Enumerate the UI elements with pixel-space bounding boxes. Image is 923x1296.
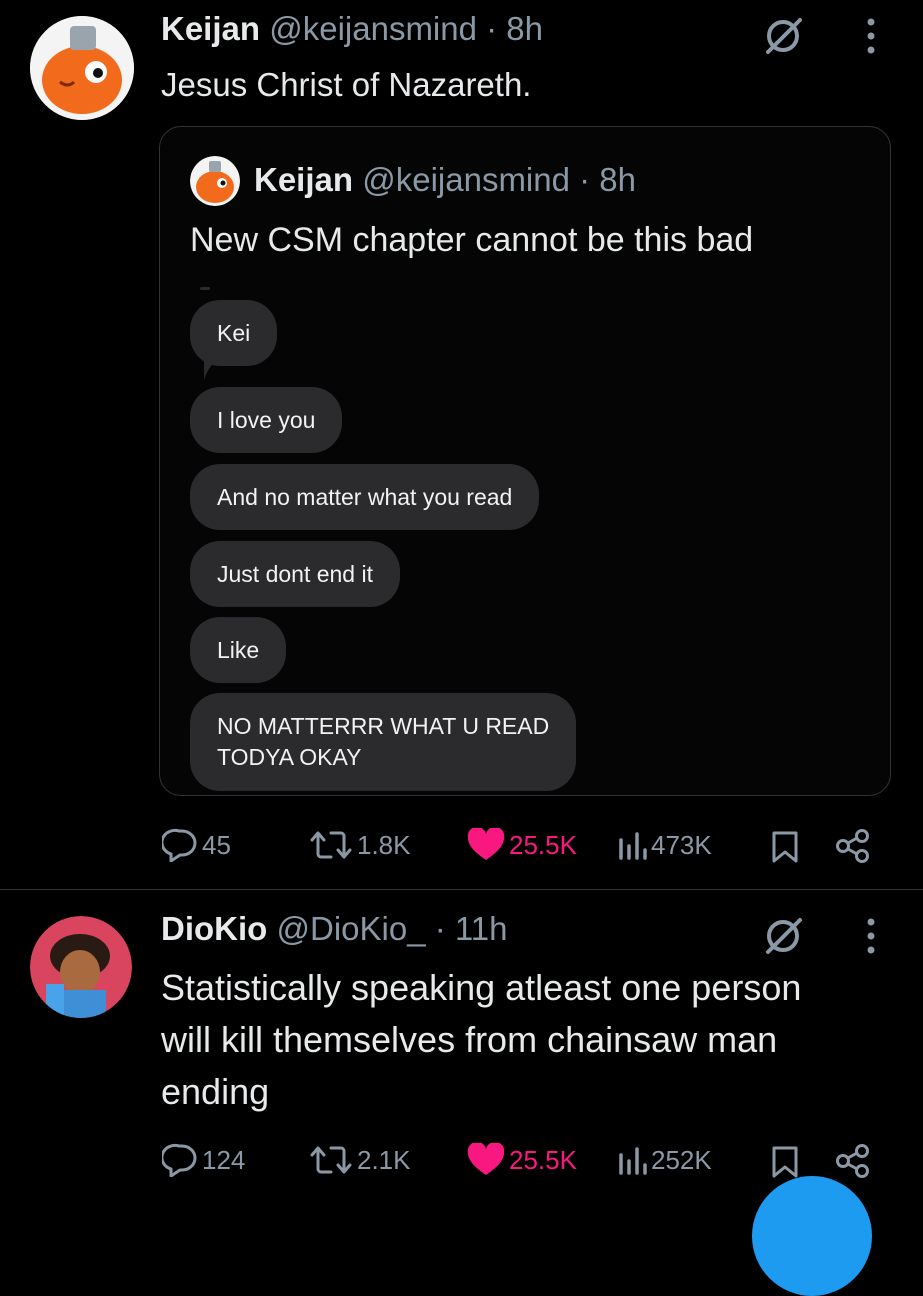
bubble-tail (204, 352, 230, 380)
chat-message: And no matter what you read (217, 483, 513, 510)
tweet-text: Statistically speaking atleast one perso… (161, 962, 801, 1118)
like-button[interactable]: 25.5K (467, 1143, 577, 1177)
reply-icon (162, 1143, 198, 1177)
avatar-keijan[interactable] (30, 16, 134, 120)
retweet-button[interactable]: 2.1K (309, 1143, 411, 1177)
chat-bubble: Like (190, 617, 287, 683)
chat-message: Just dont end it (217, 560, 373, 587)
tweet-text-line: ending (161, 1071, 270, 1112)
views-count: 473K (651, 829, 712, 860)
chat-message: NO MATTERRR WHAT U READ (217, 713, 550, 739)
retweet-count: 2.1K (357, 1144, 411, 1175)
tweet-text: Jesus Christ of Nazareth. (161, 66, 532, 103)
tweet-header: Keijan @keijansmind · 8h (161, 10, 543, 48)
timestamp[interactable]: · 8h (486, 10, 543, 47)
compose-button[interactable] (752, 1176, 872, 1296)
chat-message: Kei (217, 319, 251, 346)
reply-count: 124 (202, 1144, 246, 1175)
retweet-icon (309, 828, 353, 862)
views-button[interactable]: 252K (617, 1143, 712, 1177)
heart-icon (467, 1143, 505, 1177)
chat-message: TODYA OKAY (217, 744, 362, 770)
chat-bubble: And no matter what you read (190, 464, 540, 530)
views-button[interactable]: 473K (617, 828, 712, 862)
bubble-tail-top (200, 287, 210, 290)
quote-text: New CSM chapter cannot be this bad (190, 221, 754, 259)
like-button[interactable]: 25.5K (467, 828, 577, 862)
analytics-icon (617, 828, 647, 862)
share-icon[interactable] (834, 1143, 872, 1179)
user-handle[interactable]: @keijansmind (269, 10, 477, 47)
more-options-icon[interactable] (864, 16, 878, 56)
heart-icon (467, 828, 505, 862)
tweet-header: DioKio @DioKio_ · 11h (161, 910, 508, 948)
retweet-count: 1.8K (357, 829, 411, 860)
bookmark-icon[interactable] (771, 830, 799, 864)
like-count: 25.5K (509, 1144, 577, 1175)
share-icon[interactable] (834, 828, 872, 864)
timestamp[interactable]: · 11h (435, 910, 508, 947)
grok-icon[interactable] (762, 914, 806, 958)
chat-bubble: Just dont end it (190, 541, 400, 607)
display-name[interactable]: DioKio (161, 910, 267, 947)
divider (0, 889, 923, 890)
chat-message: Like (217, 636, 260, 663)
user-handle[interactable]: @DioKio_ (277, 910, 426, 947)
analytics-icon (617, 1143, 647, 1177)
quote-avatar[interactable] (190, 156, 240, 206)
quote-header: Keijan @keijansmind · 8h (254, 161, 636, 199)
like-count: 25.5K (509, 829, 577, 860)
retweet-button[interactable]: 1.8K (309, 828, 411, 862)
more-options-icon[interactable] (864, 916, 878, 956)
views-count: 252K (651, 1144, 712, 1175)
display-name[interactable]: Keijan (161, 10, 260, 47)
retweet-icon (309, 1143, 353, 1177)
reply-icon (162, 828, 198, 862)
quote-timestamp: · 8h (579, 161, 637, 198)
avatar-diokio[interactable] (30, 916, 132, 1018)
tweet-text-line: Statistically speaking atleast one perso… (161, 967, 802, 1008)
chat-bubble: NO MATTERRR WHAT U READ TODYA OKAY (190, 693, 577, 791)
chat-message: I love you (217, 406, 316, 433)
grok-icon[interactable] (762, 14, 806, 58)
reply-button[interactable]: 45 (162, 828, 231, 862)
reply-count: 45 (202, 829, 231, 860)
quote-user-handle: @keijansmind (362, 161, 570, 198)
tweet-text-line: will kill themselves from chainsaw man (161, 1019, 778, 1060)
chat-bubble: I love you (190, 387, 343, 453)
bookmark-icon[interactable] (771, 1145, 799, 1179)
quote-display-name: Keijan (254, 161, 354, 198)
reply-button[interactable]: 124 (162, 1143, 245, 1177)
